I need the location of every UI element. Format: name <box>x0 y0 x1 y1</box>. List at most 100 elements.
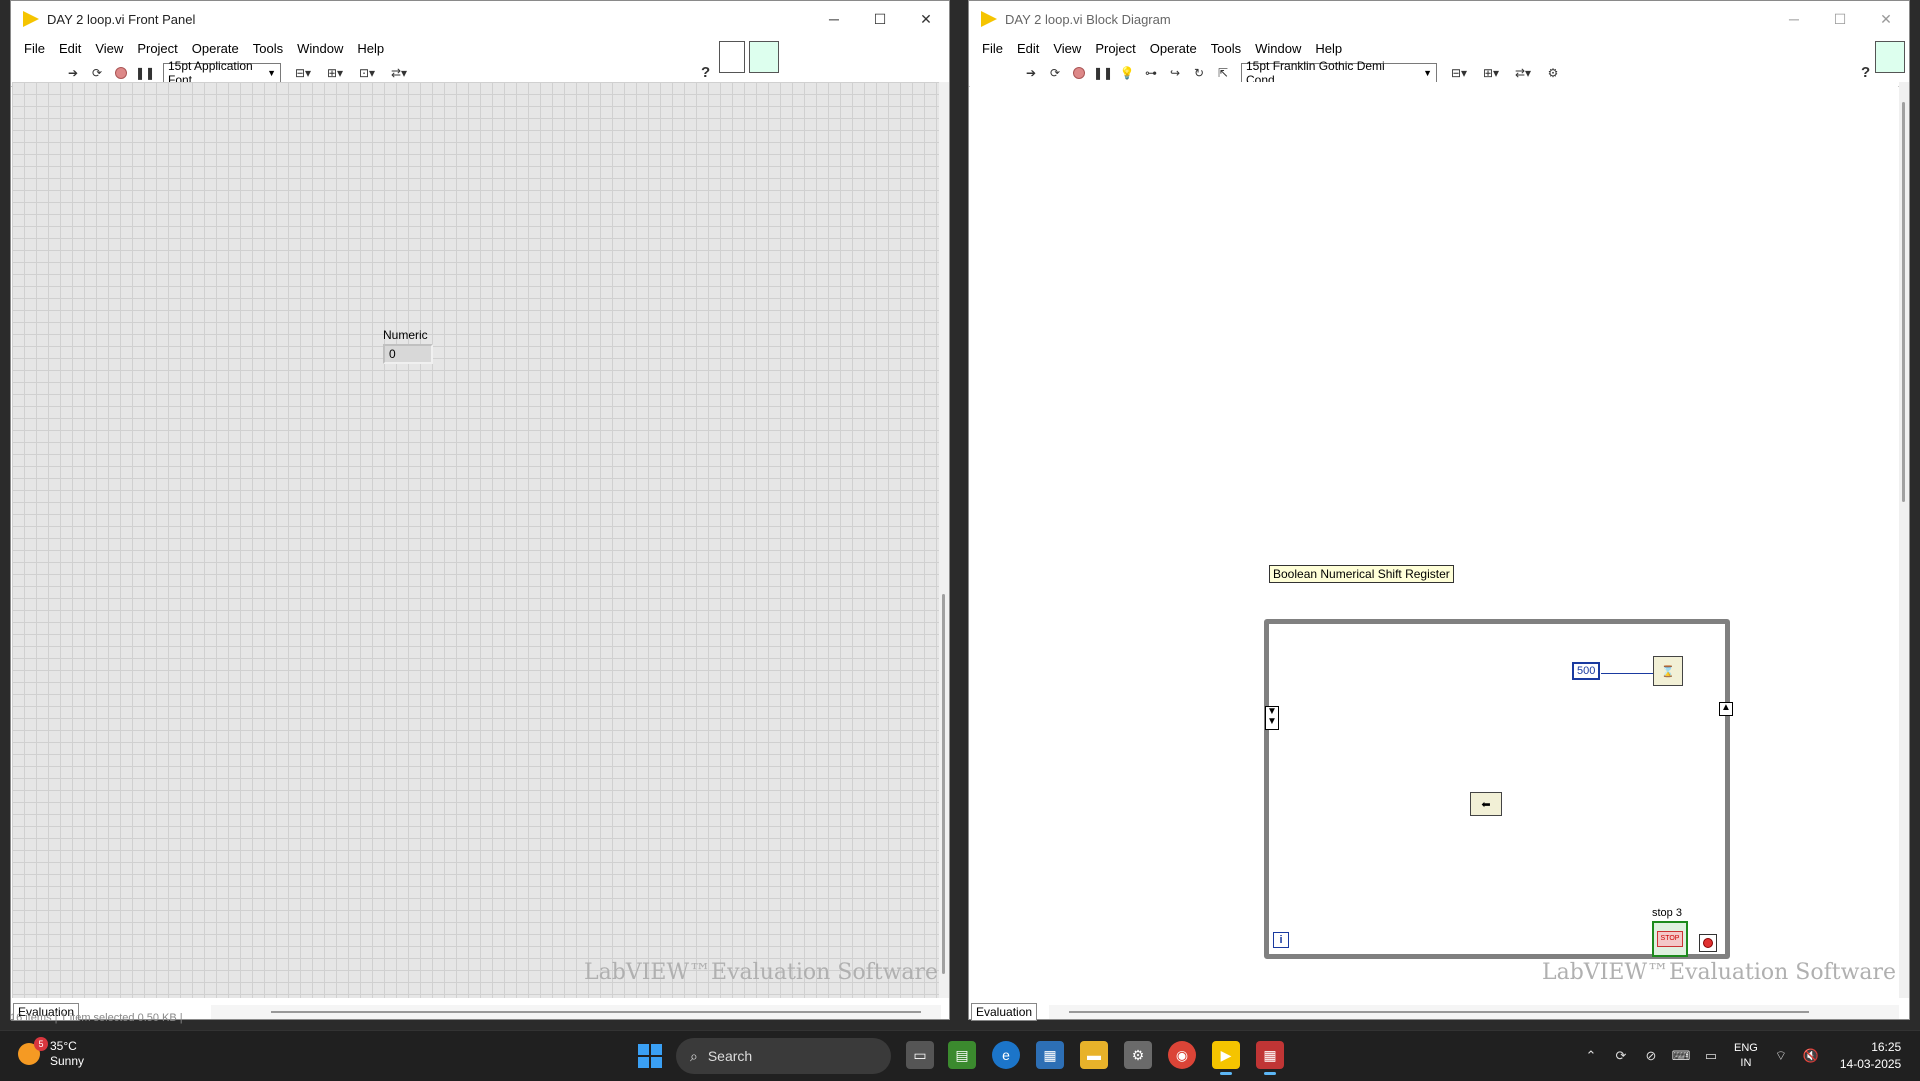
evaluation-tab[interactable]: Evaluation <box>971 1003 1038 1021</box>
loop-condition-terminal[interactable] <box>1699 934 1717 952</box>
align-objects-icon[interactable]: ⊟▾ <box>289 64 317 82</box>
vertical-scrollbar[interactable] <box>939 82 949 998</box>
network-off-icon[interactable]: ⊘ <box>1640 1048 1662 1064</box>
clock[interactable]: 16:25 14-03-2025 <box>1840 1039 1901 1073</box>
stop-button-terminal[interactable]: STOP <box>1652 921 1688 957</box>
menu-window[interactable]: Window <box>297 41 343 56</box>
menu-bar: File Edit View Project Operate Tools Win… <box>969 37 1909 59</box>
keyboard-icon[interactable]: ⌨ <box>1670 1048 1692 1064</box>
labview-taskbar-icon[interactable]: ▶ <box>1212 1041 1240 1075</box>
chrome-browser-icon[interactable]: ◉ <box>1168 1041 1196 1069</box>
front-panel-canvas[interactable]: Numeric 0 LabVIEW™Evaluation Software <box>12 82 940 998</box>
close-button[interactable]: ✕ <box>903 1 949 37</box>
maximize-button[interactable]: ☐ <box>857 1 903 37</box>
distribute-objects-icon[interactable]: ⊞▾ <box>321 64 349 82</box>
taskbar: 5 35°C Sunny ⌕ Search ▭ ▤ e ▦ ▬ ⚙ ◉ ▶ ▦ … <box>0 1030 1920 1080</box>
front-panel-titlebar[interactable]: DAY 2 loop.vi Front Panel ─ ☐ ✕ <box>11 1 949 37</box>
menu-window[interactable]: Window <box>1255 41 1301 56</box>
horizontal-scrollbar[interactable] <box>1049 1005 1899 1019</box>
help-icon[interactable]: ? <box>1861 64 1870 81</box>
connector-pane-icon[interactable] <box>719 41 745 73</box>
menu-operate[interactable]: Operate <box>192 41 239 56</box>
sync-icon[interactable]: ⟳ <box>1610 1048 1632 1064</box>
vi-icon[interactable] <box>749 41 779 73</box>
menu-help[interactable]: Help <box>357 41 384 56</box>
display-icon[interactable]: ▭ <box>1700 1048 1722 1064</box>
step-over-icon[interactable]: ↻ <box>1189 64 1209 82</box>
menu-project[interactable]: Project <box>137 41 177 56</box>
numeric-indicator[interactable]: 0 <box>383 344 433 364</box>
numeric-indicator-terminal[interactable]: ⬅ <box>1470 792 1502 816</box>
explorer-status-bar: 16 items | 1 item selected 0.50 KB | <box>10 1012 183 1024</box>
pause-icon[interactable]: ❚❚ <box>1093 64 1113 82</box>
chevron-up-icon[interactable]: ⌃ <box>1580 1048 1602 1064</box>
abort-icon[interactable] <box>1069 64 1089 82</box>
store-icon[interactable]: ▦ <box>1036 1041 1064 1069</box>
free-label-comment[interactable]: Boolean Numerical Shift Register <box>1269 565 1454 583</box>
retain-wire-values-icon[interactable]: ⊶ <box>1141 64 1161 82</box>
menu-file[interactable]: File <box>24 41 45 56</box>
start-button[interactable] <box>638 1044 662 1068</box>
task-view-icon[interactable]: ▭ <box>906 1041 934 1069</box>
pause-icon[interactable]: ❚❚ <box>135 64 155 82</box>
menu-project[interactable]: Project <box>1095 41 1135 56</box>
step-out-icon[interactable]: ⇱ <box>1213 64 1233 82</box>
resize-objects-icon[interactable]: ⊡▾ <box>353 64 381 82</box>
highlight-execution-icon[interactable]: 💡 <box>1117 64 1137 82</box>
distribute-objects-icon[interactable]: ⊞▾ <box>1477 64 1505 82</box>
wifi-icon[interactable]: ⌔ <box>1770 1048 1792 1064</box>
horizontal-scrollbar[interactable] <box>211 1005 941 1019</box>
shift-register-left[interactable]: ▼ ▼ <box>1265 706 1279 730</box>
minimize-button[interactable]: ─ <box>1771 1 1817 37</box>
font-selector[interactable]: 15pt Franklin Gothic Demi Cond ▼ <box>1241 59 1437 87</box>
block-diagram-canvas[interactable]: Boolean Numerical Shift Register ▼ ▼ ▲ 50… <box>970 82 1898 998</box>
labview-vi-icon <box>23 11 39 27</box>
step-into-icon[interactable]: ↪ <box>1165 64 1185 82</box>
font-selector[interactable]: 15pt Application Font ▼ <box>163 59 281 87</box>
block-diagram-titlebar[interactable]: DAY 2 loop.vi Block Diagram ─ ☐ ✕ <box>969 1 1909 37</box>
language-indicator[interactable]: ENG IN <box>1734 1041 1758 1071</box>
edge-browser-icon[interactable]: e <box>992 1041 1020 1069</box>
weather-widget[interactable]: 5 35°C Sunny <box>18 1037 84 1069</box>
settings-app-icon[interactable]: ⚙ <box>1124 1041 1152 1069</box>
menu-operate[interactable]: Operate <box>1150 41 1197 56</box>
volume-muted-icon[interactable]: 🔇 <box>1800 1048 1822 1064</box>
vi-icon[interactable] <box>1875 41 1905 73</box>
numeric-constant-500[interactable]: 500 <box>1572 662 1601 680</box>
align-objects-icon[interactable]: ⊟▾ <box>1445 64 1473 82</box>
maximize-button[interactable]: ☐ <box>1817 1 1863 37</box>
minimize-button[interactable]: ─ <box>811 1 857 37</box>
reorder-icon[interactable]: ⇄▾ <box>1509 64 1537 82</box>
wait-ms-function[interactable]: ⌛ <box>1653 656 1683 686</box>
close-button[interactable]: ✕ <box>1863 1 1909 37</box>
shift-register-right[interactable]: ▲ <box>1719 702 1733 716</box>
menu-view[interactable]: View <box>95 41 123 56</box>
menu-edit[interactable]: Edit <box>59 41 81 56</box>
taskbar-search[interactable]: ⌕ Search <box>676 1038 891 1074</box>
menu-help[interactable]: Help <box>1315 41 1342 56</box>
run-arrow-icon[interactable]: ➔ <box>63 64 83 82</box>
clean-up-diagram-icon[interactable]: ⚙ <box>1541 64 1565 82</box>
while-loop[interactable]: ▼ ▼ ▲ 500 ⌛ ⬅ i stop 3 STOP <box>1264 619 1733 959</box>
wire[interactable] <box>1601 673 1653 674</box>
abort-icon[interactable] <box>111 64 131 82</box>
run-continuously-icon[interactable]: ⟳ <box>87 64 107 82</box>
window-title: DAY 2 loop.vi Front Panel <box>47 11 196 27</box>
run-continuously-icon[interactable]: ⟳ <box>1045 64 1065 82</box>
menu-tools[interactable]: Tools <box>1211 41 1241 56</box>
menu-view[interactable]: View <box>1053 41 1081 56</box>
desktop: DAY 2 loop.vi Front Panel ─ ☐ ✕ File Edi… <box>0 0 1920 1030</box>
menu-edit[interactable]: Edit <box>1017 41 1039 56</box>
menu-tools[interactable]: Tools <box>253 41 283 56</box>
file-explorer-icon[interactable]: ▬ <box>1080 1041 1108 1069</box>
weather-temperature: 35°C <box>50 1039 77 1053</box>
help-icon[interactable]: ? <box>701 64 710 81</box>
stop-label: stop 3 <box>1652 907 1682 919</box>
run-arrow-icon[interactable]: ➔ <box>1021 64 1041 82</box>
menu-bar: File Edit View Project Operate Tools Win… <box>11 37 949 59</box>
reorder-icon[interactable]: ⇄▾ <box>385 64 413 82</box>
vertical-scrollbar[interactable] <box>1899 82 1909 998</box>
labview-diagram-taskbar-icon[interactable]: ▦ <box>1256 1041 1284 1075</box>
menu-file[interactable]: File <box>982 41 1003 56</box>
spreadsheet-app-icon[interactable]: ▤ <box>948 1041 976 1069</box>
